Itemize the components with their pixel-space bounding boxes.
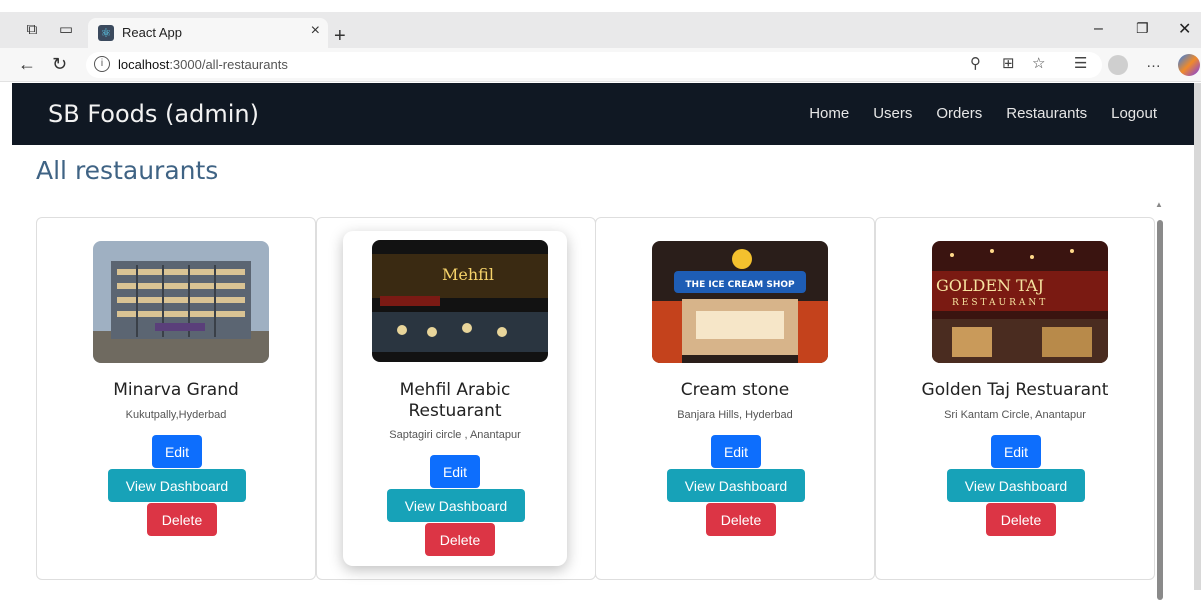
- scroll-up-icon[interactable]: ▲: [1155, 200, 1163, 209]
- edit-button[interactable]: Edit: [430, 455, 480, 488]
- more-menu-icon[interactable]: …: [1146, 54, 1161, 71]
- view-dashboard-button[interactable]: View Dashboard: [108, 469, 246, 502]
- nav-orders[interactable]: Orders: [936, 105, 982, 122]
- page-title: All restaurants: [36, 156, 219, 185]
- delete-button[interactable]: Delete: [147, 503, 217, 536]
- window-top-edge: [0, 0, 1201, 12]
- address-bar-row: ← ↻ i localhost:3000/all-restaurants ⚲ ⊞…: [0, 48, 1201, 82]
- profile-avatar[interactable]: [1108, 55, 1128, 75]
- restaurant-card: Minarva Grand Kukutpally,Hyderbad Edit V…: [36, 217, 316, 580]
- delete-button[interactable]: Delete: [706, 503, 776, 536]
- restaurant-image: [93, 241, 269, 363]
- restaurant-name: Minarva Grand: [113, 380, 239, 400]
- favorites-list-icon[interactable]: ☰: [1074, 54, 1087, 72]
- restore-icon[interactable]: ❐: [1136, 20, 1149, 37]
- edit-button[interactable]: Edit: [711, 435, 761, 468]
- list-scrollbar[interactable]: ▲: [1153, 200, 1167, 600]
- minimize-icon[interactable]: –: [1094, 20, 1103, 38]
- restaurant-address: Kukutpally,Hyderbad: [125, 409, 227, 421]
- favorite-star-icon[interactable]: ☆: [1032, 54, 1045, 72]
- restaurant-image: GOLDEN TAJ RESTAURANT: [932, 241, 1108, 363]
- restaurant-address: Banjara Hills, Hyderbad: [677, 409, 793, 421]
- nav-restaurants[interactable]: Restaurants: [1006, 105, 1087, 122]
- mehfil-sign: Mehfil: [442, 265, 494, 284]
- url-host: localhost: [118, 57, 170, 72]
- scroll-thumb[interactable]: [1157, 220, 1163, 600]
- nav-links: Home Users Orders Restaurants Logout: [809, 105, 1157, 122]
- delete-button[interactable]: Delete: [986, 503, 1056, 536]
- restaurant-image: THE ICE CREAM SHOP: [652, 241, 828, 363]
- window-close-icon[interactable]: ✕: [1178, 19, 1191, 39]
- brand-title[interactable]: SB Foods (admin): [48, 100, 259, 128]
- page-scrollbar[interactable]: [1194, 83, 1201, 590]
- browser-tab-bar: ⧉ ▭ ⚛ React App × + – ❐ ✕: [0, 12, 1201, 48]
- restaurant-card: THE ICE CREAM SHOP Cream stone Banjara H…: [595, 217, 875, 580]
- golden-sub-sign: RESTAURANT: [952, 298, 1048, 308]
- restaurant-address: Sri Kantam Circle, Anantapur: [944, 409, 1086, 421]
- password-key-icon[interactable]: ⚲: [970, 54, 981, 72]
- delete-button[interactable]: Delete: [425, 523, 495, 556]
- tab-close-icon[interactable]: ×: [311, 22, 320, 40]
- restaurant-image: Mehfil: [372, 240, 548, 362]
- restaurant-card: GOLDEN TAJ RESTAURANT Golden Taj Restuar…: [875, 217, 1155, 580]
- back-icon[interactable]: ←: [18, 54, 36, 75]
- copilot-icon[interactable]: [1178, 54, 1200, 76]
- view-dashboard-button[interactable]: View Dashboard: [947, 469, 1085, 502]
- restaurant-name: Cream stone: [680, 380, 790, 400]
- golden-sign: GOLDEN TAJ: [936, 276, 1044, 295]
- url-field[interactable]: i localhost:3000/all-restaurants: [86, 52, 1102, 78]
- tab-actions-icon[interactable]: ▭: [56, 20, 76, 40]
- nav-logout[interactable]: Logout: [1111, 105, 1157, 122]
- react-favicon-icon: ⚛: [98, 25, 114, 41]
- site-navbar: SB Foods (admin) Home Users Orders Resta…: [12, 83, 1194, 145]
- new-tab-icon[interactable]: +: [334, 26, 346, 46]
- url-text: localhost:3000/all-restaurants: [118, 57, 288, 72]
- reading-view-icon[interactable]: ⊞: [1002, 54, 1015, 72]
- edit-button[interactable]: Edit: [152, 435, 202, 468]
- edit-button[interactable]: Edit: [991, 435, 1041, 468]
- restaurant-card: Mehfil Mehfil Arabic Restuarant Saptagir…: [343, 231, 567, 566]
- restaurant-name: Golden Taj Restuarant: [921, 380, 1109, 400]
- tab-title: React App: [122, 25, 182, 40]
- workspaces-icon[interactable]: ⧉: [22, 20, 42, 40]
- view-dashboard-button[interactable]: View Dashboard: [667, 469, 805, 502]
- restaurant-name: Mehfil Arabic Restuarant: [399, 380, 511, 421]
- reload-icon[interactable]: ↻: [52, 54, 67, 75]
- restaurant-address: Saptagiri circle , Anantapur: [389, 429, 521, 441]
- icecream-sign: THE ICE CREAM SHOP: [685, 280, 795, 290]
- nav-users[interactable]: Users: [873, 105, 912, 122]
- url-path: :3000/all-restaurants: [169, 57, 288, 72]
- browser-tab[interactable]: ⚛ React App ×: [88, 18, 328, 48]
- site-info-icon[interactable]: i: [94, 56, 110, 72]
- nav-home[interactable]: Home: [809, 105, 849, 122]
- view-dashboard-button[interactable]: View Dashboard: [387, 489, 525, 522]
